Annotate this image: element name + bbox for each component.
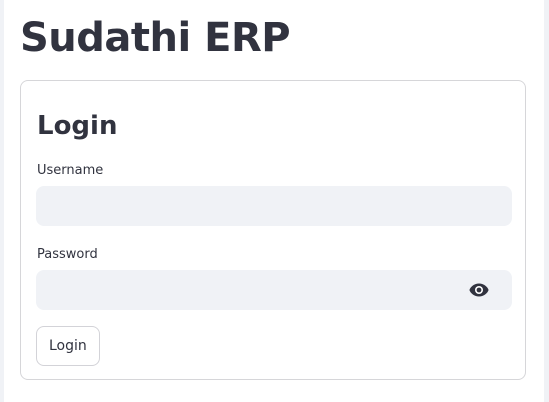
main-content: Sudathi ERP Login Username Password Logi… (4, 0, 544, 402)
app-title: Sudathi ERP (20, 15, 291, 61)
login-heading: Login (37, 111, 118, 141)
login-form: Login Username Password Login (20, 80, 526, 380)
password-label: Password (37, 247, 98, 262)
login-button[interactable]: Login (36, 326, 100, 366)
eye-icon[interactable] (465, 278, 493, 302)
password-input[interactable] (36, 270, 512, 310)
username-input[interactable] (36, 186, 512, 226)
username-label: Username (37, 163, 104, 178)
